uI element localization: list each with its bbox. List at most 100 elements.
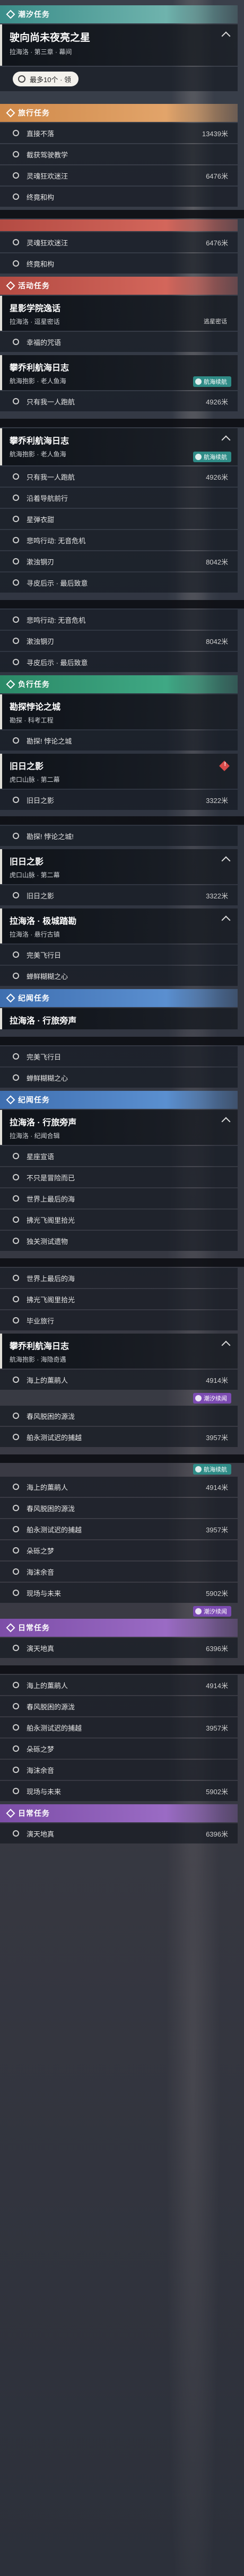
list-item[interactable]: 只有我一人跑航 4926米 <box>0 466 238 487</box>
section-header-daily[interactable]: 日常任务 <box>0 1619 238 1637</box>
quest-card-log2[interactable]: 攀乔利航海日志 航海抱影 · 海隐奇遇 <box>0 1334 238 1369</box>
quest-card-old-2[interactable]: 旧日之影 虎口山脉 · 第二幕 <box>0 849 238 884</box>
list-item[interactable]: 朵砾之梦 <box>0 1540 238 1560</box>
list-item[interactable]: 完美飞行日 <box>0 1046 238 1066</box>
list-item[interactable]: 海上的薰鹃人 4914米 <box>0 1477 238 1497</box>
quest-card-log-2[interactable]: 攀乔利航海日志 航海抱影 · 老人鱼海 航海续航 <box>0 428 238 465</box>
list-item[interactable]: 漱浊钢刃 8042米 <box>0 551 238 571</box>
ship-icon <box>195 378 202 385</box>
list-item[interactable]: 终竟和构 <box>0 253 238 274</box>
list-item[interactable]: 旧日之影 3322米 <box>0 885 238 905</box>
circle-icon <box>13 1703 19 1709</box>
quest-card-star[interactable]: 星影学院逸话 拉海洛 · 逗星密话 逃星密话 <box>0 296 238 331</box>
list-item[interactable]: 演天地真 6396米 <box>0 1638 238 1658</box>
circle-icon <box>13 1216 19 1223</box>
screen-divider <box>0 816 244 825</box>
track-button[interactable]: 最多10个 · 领 <box>13 72 79 86</box>
list-item[interactable]: 蝉鲜糊糊之心 <box>0 966 238 986</box>
circle-icon <box>13 1568 19 1575</box>
list-item[interactable]: 勘探! 悖论之城 <box>0 730 238 751</box>
list-item[interactable]: 勘探! 悖论之城! <box>0 826 238 846</box>
list-item[interactable]: 舶永测试迟的捕越 3957米 <box>0 1519 238 1539</box>
section-header-daily[interactable]: 日常任务 <box>0 1804 238 1822</box>
screen-divider <box>0 1037 244 1045</box>
section-header-journey[interactable]: 旅行任务 <box>0 104 238 122</box>
list-item[interactable]: 漱浊钢刃 8042米 <box>0 631 238 651</box>
list-item[interactable]: 海沫余音 <box>0 1562 238 1582</box>
list-item[interactable]: 灵魂狂欢迷汪 6476米 <box>0 165 238 186</box>
list-item[interactable]: 拂光飞阁里拾光 <box>0 1210 238 1230</box>
list-item[interactable]: 寻皮后示 · 最后致意 <box>0 572 238 593</box>
diamond-icon <box>6 281 15 290</box>
list-item[interactable]: 海上的薰鹃人 4914米 <box>0 1370 238 1390</box>
section-header-chronicle[interactable]: 纪闻任务 <box>0 989 238 1007</box>
list-item[interactable]: 拂光飞阁里拾光 <box>0 1289 238 1309</box>
list-item[interactable]: 毕业旅行 <box>0 1310 238 1330</box>
badge-tide: 潮汐续闻 <box>193 1606 231 1617</box>
circle-icon <box>13 1682 19 1688</box>
list-item[interactable]: 现场与未来 5902米 <box>0 1781 238 1801</box>
diamond-icon <box>6 993 15 1003</box>
list-item[interactable]: 只有我一人跑航 4926米 <box>0 391 238 411</box>
circle-icon <box>13 1645 19 1651</box>
list-item[interactable]: 舶永测试迟的捕越 3957米 <box>0 1717 238 1737</box>
circle-icon <box>13 1767 19 1773</box>
list-item[interactable]: 直接不落 13439米 <box>0 123 238 143</box>
ship-icon <box>195 1466 202 1472</box>
quest-card-walk[interactable]: 拉海洛 · 行旅旁声 <box>0 1008 238 1029</box>
section-header-partial <box>0 219 238 231</box>
list-item[interactable]: 世界上最后的海 <box>0 1188 238 1208</box>
circle-icon <box>13 737 19 744</box>
quest-card-main[interactable]: 驶向尚未夜亮之星 拉海洛 · 第三章 · 幕间 <box>0 24 238 66</box>
circle-icon <box>13 398 19 404</box>
circle-icon <box>13 1296 19 1302</box>
list-item[interactable]: 世界上最后的海 <box>0 1268 238 1288</box>
badge-nav: 航海续航 <box>193 376 231 387</box>
list-item[interactable]: 寻皮后示 · 最后致意 <box>0 652 238 672</box>
quest-card-log[interactable]: 攀乔利航海日志 航海抱影 · 老人鱼海 航海续航 <box>0 355 238 390</box>
circle-icon <box>13 172 19 179</box>
section-header-activity[interactable]: 活动任务 <box>0 277 238 295</box>
quest-card-walk-2[interactable]: 拉海洛 · 行旅旁声 拉海洛 · 纪闻合辑 <box>0 1110 238 1145</box>
circle-icon <box>13 951 19 958</box>
list-item[interactable]: 灵魂狂欢迷汪 6476米 <box>0 232 238 252</box>
list-item[interactable]: 舶永测试迟的捕越 3957米 <box>0 1427 238 1447</box>
list-item[interactable]: 悲鸣行动: 无音危机 <box>0 610 238 630</box>
list-item[interactable]: 演天地真 6396米 <box>0 1823 238 1843</box>
section-header-tide[interactable]: 潮汐任务 <box>0 5 238 23</box>
list-item[interactable]: 终竟和构 <box>0 187 238 207</box>
list-item[interactable]: 朵砾之梦 <box>0 1739 238 1759</box>
list-item[interactable]: 现场与未来 5902米 <box>0 1583 238 1603</box>
list-item[interactable]: 春风脱困的源泷 <box>0 1696 238 1716</box>
list-item[interactable]: 海沫余音 <box>0 1760 238 1780</box>
list-item[interactable]: 星弹衣甜 <box>0 509 238 529</box>
list-item[interactable]: 春风脱困的源泷 <box>0 1406 238 1426</box>
screen-divider <box>0 1454 244 1463</box>
quest-card-explore[interactable]: 勘探悖论之城 勘探 · 科考工程 <box>0 694 238 729</box>
screen-divider <box>0 1258 244 1267</box>
list-item[interactable]: 独关测试遗物 <box>0 1231 238 1251</box>
list-item[interactable]: 蝉鲜糊糊之心 <box>0 1068 238 1088</box>
target-icon <box>18 75 25 83</box>
circle-icon <box>13 193 19 200</box>
section-header-side[interactable]: 负行任务 <box>0 675 238 693</box>
diamond-icon <box>6 1095 15 1105</box>
section-header-chronicle[interactable]: 纪闻任务 <box>0 1091 238 1109</box>
circle-icon <box>13 473 19 480</box>
list-item[interactable]: 悲鸣行动: 无音危机 <box>0 530 238 550</box>
circle-icon <box>13 1238 19 1244</box>
list-item[interactable]: 幸福的咒语 <box>0 332 238 352</box>
quest-card-lahai[interactable]: 拉海洛 · 极城踏勘 拉海洛 · 悬行古镇 <box>0 908 238 943</box>
list-item[interactable]: 星座宣语 <box>0 1146 238 1166</box>
list-item[interactable]: 截获驾驶教学 <box>0 144 238 164</box>
list-item[interactable]: 春风脱困的源泷 <box>0 1498 238 1518</box>
list-item[interactable]: 旧日之影 3322米 <box>0 790 238 810</box>
list-item[interactable]: 海上的薰鹃人 4914米 <box>0 1675 238 1695</box>
circle-icon <box>13 1413 19 1419</box>
list-item[interactable]: 不只是冒险而已 <box>0 1167 238 1187</box>
quest-card-old[interactable]: 旧日之影 虎口山脉 · 第二幕 <box>0 754 238 789</box>
list-item[interactable]: 沿着导航前行 <box>0 488 238 508</box>
circle-icon <box>13 638 19 644</box>
circle-icon <box>13 1174 19 1180</box>
list-item[interactable]: 完美飞行日 <box>0 945 238 965</box>
